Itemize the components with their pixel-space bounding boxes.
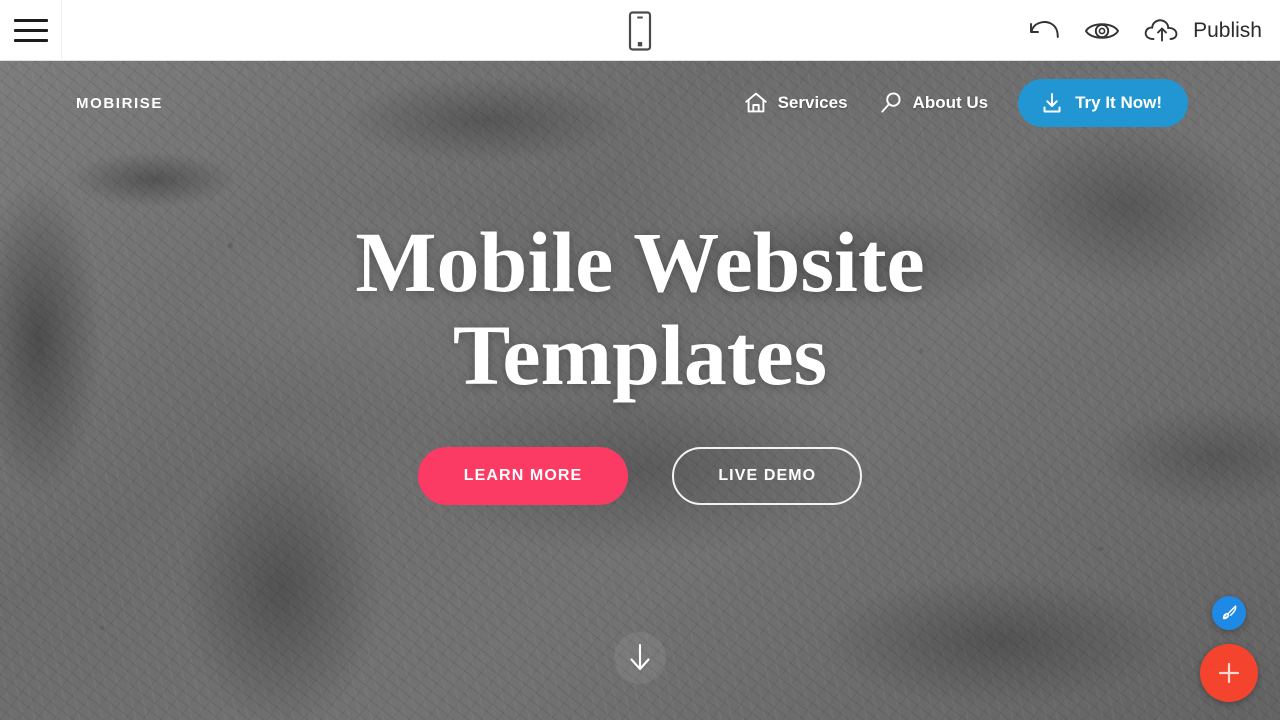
live-demo-button[interactable]: LIVE DEMO — [672, 447, 863, 506]
try-it-now-button[interactable]: Try It Now! — [1018, 79, 1188, 127]
nav-links: Services About Us Try It Now! — [743, 79, 1188, 127]
editor-top-bar: Publish — [0, 0, 1280, 61]
learn-more-button[interactable]: LEARN MORE — [417, 447, 629, 506]
publish-label: Publish — [1193, 18, 1262, 42]
download-icon — [1043, 93, 1061, 113]
hero-section: MOBIRISE Services About Us Try It Now! M… — [0, 61, 1280, 720]
cloud-upload-icon — [1144, 18, 1178, 41]
preview-button[interactable] — [1083, 18, 1121, 44]
paintbrush-icon — [1222, 605, 1237, 620]
nav-link-services[interactable]: Services — [743, 90, 848, 116]
floating-action-buttons — [1200, 596, 1258, 702]
hamburger-line — [13, 18, 48, 22]
mobile-phone-icon — [628, 10, 652, 51]
home-icon — [744, 92, 767, 113]
scroll-down-button[interactable] — [614, 632, 666, 684]
add-block-fab-button[interactable] — [1200, 644, 1258, 702]
hero-content: Mobile Website Templates LEARN MORE LIVE… — [0, 61, 1280, 720]
nav-link-label: About Us — [912, 93, 989, 112]
hamburger-line — [13, 28, 48, 32]
mobile-preview-button[interactable] — [628, 10, 652, 51]
site-brand[interactable]: MOBIRISE — [76, 95, 163, 112]
cta-label: Try It Now! — [1075, 93, 1162, 112]
hamburger-line — [13, 38, 48, 42]
editor-actions: Publish — [1027, 0, 1262, 61]
eye-icon — [1085, 22, 1120, 39]
page-title: Mobile Website Templates — [355, 213, 925, 403]
search-icon — [880, 92, 901, 113]
undo-icon — [1030, 20, 1059, 38]
down-arrow-icon — [630, 643, 650, 671]
site-navigation: MOBIRISE Services About Us Try It Now! — [0, 61, 1280, 145]
plus-icon — [1218, 662, 1240, 684]
undo-button[interactable] — [1027, 18, 1061, 44]
menu-button[interactable] — [0, 0, 62, 61]
hero-title-line-2: Templates — [452, 306, 828, 403]
publish-button[interactable]: Publish — [1143, 17, 1262, 45]
nav-link-label: Services — [777, 93, 848, 112]
hero-buttons: LEARN MORE LIVE DEMO — [417, 447, 863, 506]
style-fab-button[interactable] — [1212, 596, 1246, 630]
hero-title-line-1: Mobile Website — [355, 213, 925, 310]
nav-link-about-us[interactable]: About Us — [878, 90, 989, 116]
